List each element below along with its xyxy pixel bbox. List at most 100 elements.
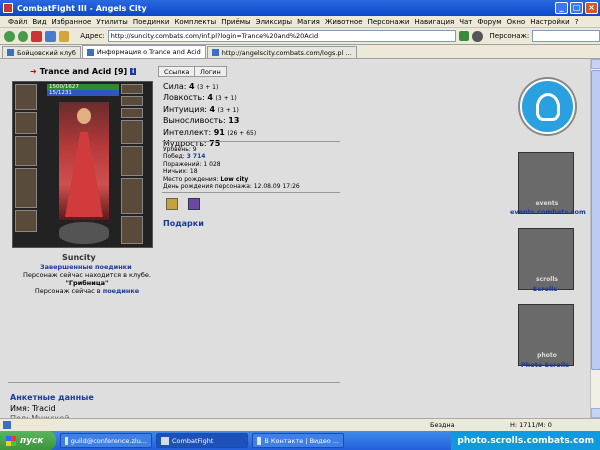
photo-banner-icon[interactable]: photo <box>518 304 574 366</box>
events-link[interactable]: events.combats.com <box>510 208 586 216</box>
menu-sets[interactable]: Комплекты <box>174 18 216 26</box>
menu-favorites[interactable]: Избранное <box>52 18 92 26</box>
menu-fights[interactable]: Поединки <box>133 18 170 26</box>
profile-name: Имя: Tracid <box>10 404 56 413</box>
menu-view[interactable]: Вид <box>32 18 46 26</box>
link-button[interactable]: Ссылка <box>158 66 196 77</box>
emblem-icon <box>59 222 109 244</box>
address-bar: Адрес: http://suncity.combats.com/inf.pl… <box>0 28 600 45</box>
medal-icon[interactable] <box>166 198 178 210</box>
maximize-button[interactable]: □ <box>570 2 583 14</box>
helmet-slot[interactable] <box>15 84 37 110</box>
tab-fight-club[interactable]: Бойцовский клуб <box>2 46 81 58</box>
character-name: ➔ Trance and Acid [9] i <box>30 67 137 76</box>
dress <box>65 132 103 217</box>
divider <box>162 192 340 193</box>
info-birthday: День рождения персонажа: 12.08.09 17:26 <box>163 183 300 191</box>
ring1-slot[interactable] <box>121 84 143 94</box>
stat-intellect: Интеллект: 91 (26 + 65) <box>163 127 257 137</box>
events-banner-icon[interactable]: events <box>518 152 574 214</box>
divider <box>162 141 340 142</box>
minimize-button[interactable]: _ <box>555 2 568 14</box>
scrolls-banner-icon[interactable]: scrolls <box>518 228 574 290</box>
angel-logo-icon[interactable] <box>520 79 575 134</box>
fight-link[interactable]: поединке <box>103 287 139 295</box>
info-level: Уровень: 9 <box>163 146 197 153</box>
task-label: В Контакте | Видео ... <box>264 436 339 445</box>
persona-select[interactable] <box>532 30 600 42</box>
gloves-slot[interactable] <box>121 120 143 144</box>
scrollbar[interactable] <box>590 59 600 418</box>
scrolls-link[interactable]: Scrolls <box>510 285 580 293</box>
photo-scrolls-link[interactable]: Photo Scrolls <box>510 361 580 369</box>
tab-logs[interactable]: http://angelscity.combats.com/logs.pl ..… <box>206 46 357 58</box>
belt-slot[interactable] <box>15 210 37 232</box>
info-badge[interactable]: i <box>130 68 137 75</box>
menu-window[interactable]: Окно <box>507 18 526 26</box>
gifts-link[interactable]: Подарки <box>163 219 204 228</box>
location-status: Персонаж сейчас находится в клубе. "Гриб… <box>22 271 152 295</box>
logo-inner <box>536 93 560 121</box>
stat-agility: Ловкость: 4 (3 + 1) <box>163 93 237 103</box>
browser-icon <box>257 436 262 445</box>
login-button[interactable]: Логин <box>194 66 227 77</box>
menu-utilities[interactable]: Утилиты <box>96 18 128 26</box>
page-icon <box>211 49 219 56</box>
leggings-slot[interactable] <box>121 178 143 214</box>
menu-help[interactable]: ? <box>575 18 579 26</box>
start-button[interactable]: пуск <box>0 431 56 450</box>
menu-elixirs[interactable]: Эликсиры <box>256 18 293 26</box>
ring3-slot[interactable] <box>121 108 143 118</box>
menu-chat[interactable]: Чат <box>459 18 472 26</box>
menu-techniques[interactable]: Приёмы <box>221 18 250 26</box>
go-icon[interactable] <box>459 31 469 41</box>
status-line1: Персонаж сейчас находится в клубе. <box>23 271 151 279</box>
info-losses: Поражений: 1 028 <box>163 160 221 168</box>
forward-icon[interactable] <box>17 30 29 42</box>
tab-character-info[interactable]: Информация о Trance and Acid <box>81 45 206 58</box>
info-wins: Побед: 3 714 <box>163 153 206 161</box>
alignment-icon[interactable] <box>188 198 200 210</box>
refresh-icon[interactable] <box>44 30 56 42</box>
menu-settings[interactable]: Настройки <box>530 18 570 26</box>
stat-endurance: Выносливость: 13 <box>163 116 240 126</box>
profile-title: Анкетные данные <box>10 393 94 402</box>
menu-forum[interactable]: Форум <box>477 18 501 26</box>
address-input[interactable]: http://suncity.combats.com/inf.pl?login=… <box>107 30 457 42</box>
stop-icon[interactable] <box>31 30 42 42</box>
weapon-slot[interactable] <box>15 136 37 166</box>
menu-magic[interactable]: Магия <box>297 18 320 26</box>
menu-characters[interactable]: Персонажи <box>368 18 410 26</box>
armor-slot[interactable] <box>15 168 37 208</box>
page-icon <box>7 49 14 56</box>
app-icon <box>161 436 169 445</box>
task-label: guild@conference.zlu... <box>70 436 147 445</box>
camera-icon[interactable] <box>471 30 483 42</box>
task-combatfight[interactable]: CombatFight <box>156 433 248 448</box>
scroll-down-icon[interactable] <box>591 408 600 418</box>
scroll-up-icon[interactable] <box>591 59 600 69</box>
back-icon[interactable] <box>4 30 15 42</box>
shield-slot[interactable] <box>121 146 143 176</box>
close-button[interactable]: × <box>585 2 598 14</box>
task-label: CombatFight <box>172 436 214 445</box>
menu-navigation[interactable]: Навигация <box>414 18 454 26</box>
menu-animal[interactable]: Животное <box>325 18 363 26</box>
ring2-slot[interactable] <box>121 96 143 106</box>
persona-label: Персонаж: <box>489 32 530 40</box>
taskbar: пуск guild@conference.zlu... CombatFight… <box>0 431 600 450</box>
character-level: [9] <box>114 67 128 76</box>
amulet-slot[interactable] <box>15 112 37 134</box>
scroll-thumb[interactable] <box>591 70 600 370</box>
boots-slot[interactable] <box>121 216 143 244</box>
task-vkontakte[interactable]: В Контакте | Видео ... <box>252 433 344 448</box>
banner-text: scrolls <box>536 276 558 283</box>
window-title: CombatFight III - Angels City <box>17 3 147 13</box>
tab-label: Информация о Trance and Acid <box>96 48 201 56</box>
menu-file[interactable]: Файл <box>8 18 27 26</box>
chat-icon <box>65 436 68 445</box>
home-icon[interactable] <box>58 30 70 42</box>
task-guild[interactable]: guild@conference.zlu... <box>60 433 152 448</box>
finished-fights-link[interactable]: Завершенные поединки <box>40 263 132 271</box>
watermark: photo.scrolls.combats.com <box>451 431 600 450</box>
